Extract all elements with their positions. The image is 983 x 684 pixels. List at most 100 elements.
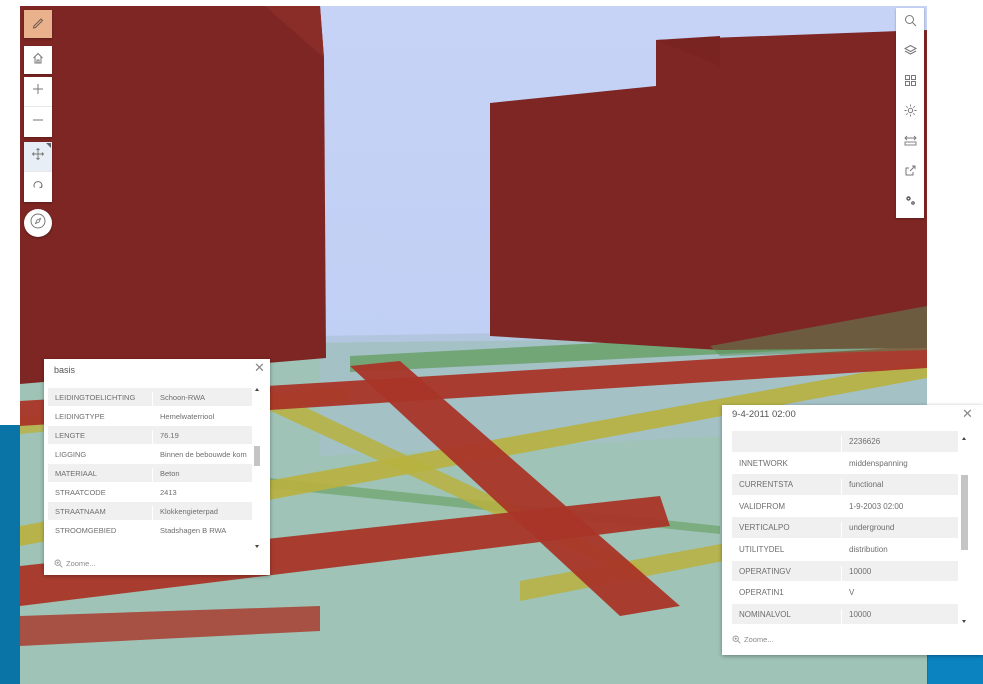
table-row: CURRENTSTA functional bbox=[732, 474, 958, 496]
zoom-to-icon bbox=[732, 635, 741, 644]
measure-button[interactable] bbox=[896, 128, 924, 158]
building-left bbox=[20, 6, 326, 384]
compass-icon bbox=[29, 212, 47, 235]
zoom-to-label: Zoome... bbox=[744, 635, 774, 644]
scroll-down-icon[interactable] bbox=[255, 545, 259, 548]
pencil-icon bbox=[31, 15, 45, 34]
background-band-right bbox=[928, 655, 983, 684]
field-name: STRAATCODE bbox=[48, 487, 153, 501]
settings-button[interactable] bbox=[896, 188, 924, 218]
field-value: 2413 bbox=[160, 488, 177, 497]
zoom-to-link[interactable]: Zoome... bbox=[54, 559, 96, 568]
scroll-thumb[interactable] bbox=[254, 446, 260, 466]
rotate-button[interactable] bbox=[24, 172, 52, 202]
field-name: STROOMGEBIED bbox=[48, 525, 153, 539]
field-name: MATERIAAL bbox=[48, 468, 153, 482]
home-icon bbox=[31, 51, 45, 70]
field-name bbox=[732, 436, 842, 452]
layers-button[interactable] bbox=[896, 38, 924, 68]
edit-toolbar bbox=[24, 10, 52, 38]
scroll-up-icon[interactable] bbox=[255, 388, 259, 391]
pan-icon bbox=[31, 147, 45, 166]
navigation-toolbar bbox=[24, 46, 52, 74]
field-value: Schoon-RWA bbox=[160, 393, 206, 402]
popup-title: 9-4-2011 02:00 bbox=[732, 409, 796, 420]
field-value: Hemelwaterriool bbox=[160, 412, 215, 421]
attribute-table: 2236626 INNETWORK middenspanning CURRENTSTA… bbox=[732, 431, 958, 627]
navigation-mode-toolbar bbox=[24, 142, 52, 202]
table-row: MATERIAAL Beton bbox=[48, 464, 252, 483]
zoom-to-icon bbox=[54, 559, 63, 568]
table-row: OPERATINGV 10000 bbox=[732, 560, 958, 583]
field-value: middenspanning bbox=[849, 458, 908, 468]
field-name: VERTICALPO bbox=[732, 522, 842, 538]
field-value: 10000 bbox=[849, 566, 872, 576]
rotate-icon bbox=[31, 178, 45, 197]
table-row: STROOMGEBIED Stadshagen B RWA bbox=[48, 521, 252, 540]
popup-scrollbar[interactable] bbox=[252, 386, 262, 551]
field-name: NOMINALVOL bbox=[732, 608, 842, 625]
search-button[interactable] bbox=[896, 8, 924, 38]
basemap-gallery-button[interactable] bbox=[896, 68, 924, 98]
measure-icon bbox=[903, 134, 917, 152]
table-row: NOMINALVOL 10000 bbox=[732, 603, 958, 626]
scroll-thumb[interactable] bbox=[961, 474, 968, 550]
field-value: V bbox=[849, 588, 855, 598]
attribute-table: LEIDINGTOELICHTING Schoon-RWA LEIDINGTYPE H… bbox=[48, 388, 252, 550]
field-name: UTILITYDEL bbox=[732, 543, 842, 560]
table-row: LENGTE 76.19 bbox=[48, 426, 252, 445]
table-row: LIGGING Binnen de bebouwde kom bbox=[48, 445, 252, 464]
field-value: 2236626 bbox=[849, 437, 881, 446]
table-row: OPERATIN1 V bbox=[732, 582, 958, 604]
table-row: INNETWORK middenspanning bbox=[732, 453, 958, 475]
field-name: STRAATNAAM bbox=[48, 506, 153, 520]
field-value: underground bbox=[849, 523, 895, 533]
layers-icon bbox=[903, 44, 917, 62]
field-name: LENGTE bbox=[48, 430, 153, 444]
table-row: LEIDINGTOELICHTING Schoon-RWA bbox=[48, 388, 252, 407]
field-value: Binnen de bebouwde kom bbox=[160, 450, 247, 459]
scroll-down-icon[interactable] bbox=[962, 620, 966, 623]
field-name: VALIDFROM bbox=[732, 500, 842, 517]
zoom-to-link[interactable]: Zoome... bbox=[732, 635, 774, 644]
share-icon bbox=[904, 164, 917, 182]
table-row: UTILITYDEL distribution bbox=[732, 539, 958, 561]
zoom-out-button[interactable] bbox=[24, 107, 52, 137]
scroll-up-icon[interactable] bbox=[962, 437, 966, 440]
zoom-to-label: Zoome... bbox=[66, 559, 96, 568]
zoom-in-button[interactable] bbox=[24, 77, 52, 107]
field-value: Beton bbox=[160, 469, 180, 478]
field-name: OPERATINGV bbox=[732, 565, 842, 582]
feature-popup-network: 9-4-2011 02:00 ✕ 2236626 INNETWORK middens… bbox=[722, 405, 983, 655]
table-row: VALIDFROM 1-9-2003 02:00 bbox=[732, 496, 958, 518]
field-value: 1-9-2003 02:00 bbox=[849, 501, 904, 511]
widget-toolbar bbox=[896, 8, 924, 218]
field-value: distribution bbox=[849, 544, 888, 554]
field-value: 10000 bbox=[849, 609, 872, 619]
basemap-gallery-icon bbox=[904, 74, 917, 92]
compass-button[interactable] bbox=[24, 209, 52, 237]
popup-scrollbar[interactable] bbox=[959, 431, 970, 627]
close-icon[interactable]: ✕ bbox=[962, 407, 973, 420]
field-value: Klokkengieterpad bbox=[160, 507, 218, 516]
zoom-toolbar bbox=[24, 77, 52, 137]
field-name: OPERATIN1 bbox=[732, 587, 842, 603]
field-name: LEIDINGTYPE bbox=[48, 411, 153, 425]
table-row: 2236626 bbox=[732, 431, 958, 453]
share-button[interactable] bbox=[896, 158, 924, 188]
table-row: STRAATCODE 2413 bbox=[48, 483, 252, 502]
edit-button[interactable] bbox=[24, 10, 52, 38]
pan-button[interactable] bbox=[24, 142, 52, 172]
daylight-icon bbox=[904, 104, 917, 122]
field-name: CURRENTSTA bbox=[732, 479, 842, 495]
toggle-corner-indicator bbox=[46, 143, 51, 148]
zoom-out-icon bbox=[31, 113, 45, 132]
settings-icon bbox=[904, 194, 917, 212]
table-row: VERTICALPO underground bbox=[732, 517, 958, 539]
field-name: INNETWORK bbox=[732, 457, 842, 474]
home-button[interactable] bbox=[24, 46, 52, 74]
close-icon[interactable]: ✕ bbox=[254, 361, 265, 374]
daylight-button[interactable] bbox=[896, 98, 924, 128]
search-icon bbox=[904, 14, 917, 32]
field-name: LEIDINGTOELICHTING bbox=[48, 392, 153, 406]
